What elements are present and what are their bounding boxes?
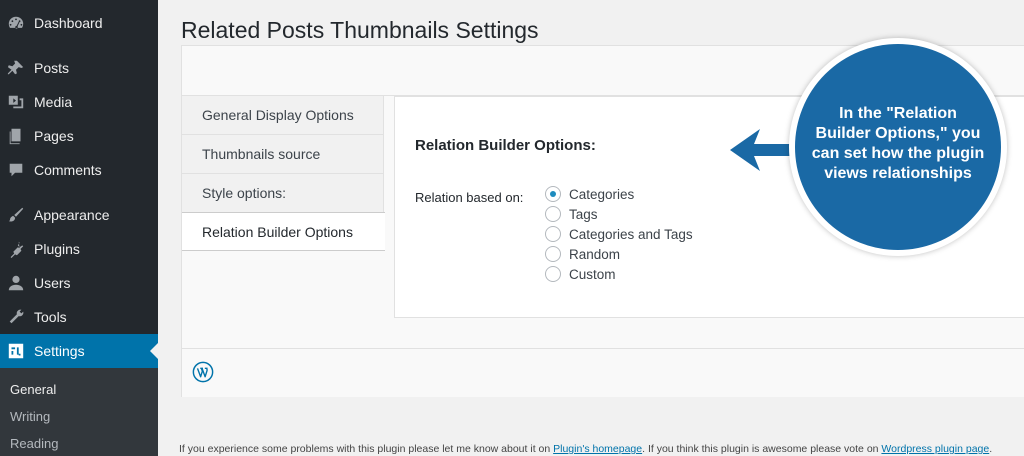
radio-button[interactable] bbox=[545, 226, 561, 242]
radio-button[interactable] bbox=[545, 266, 561, 282]
tab-label: Style options: bbox=[202, 185, 287, 201]
tab-style-options[interactable]: Style options: bbox=[182, 174, 384, 213]
sidebar-item-label: Tools bbox=[34, 309, 67, 325]
plugin-icon bbox=[7, 240, 25, 258]
sidebar-item-users[interactable]: Users bbox=[0, 266, 158, 300]
comment-icon bbox=[7, 161, 25, 179]
submenu-item-writing[interactable]: Writing bbox=[10, 409, 50, 424]
radio-button[interactable] bbox=[545, 206, 561, 222]
wordpress-plugin-page-link[interactable]: Wordpress plugin page bbox=[881, 443, 989, 455]
sidebar-item-plugins[interactable]: Plugins bbox=[0, 232, 158, 266]
footer-text-2: . If you think this plugin is awesome pl… bbox=[642, 443, 882, 455]
radio-button[interactable] bbox=[545, 246, 561, 262]
submenu-item-reading[interactable]: Reading bbox=[10, 436, 58, 451]
sidebar-item-label: Posts bbox=[34, 60, 70, 76]
sidebar-item-label: Dashboard bbox=[34, 15, 103, 31]
paintbrush-icon bbox=[7, 206, 25, 224]
submenu-item-general[interactable]: General bbox=[10, 382, 56, 397]
admin-sidebar: Dashboard Posts Media Pages Comments App… bbox=[0, 0, 158, 456]
page-title: Related Posts Thumbnails Settings bbox=[181, 17, 539, 43]
tab-label: Relation Builder Options bbox=[202, 223, 353, 240]
radio-label: Categories and Tags bbox=[569, 226, 693, 242]
settings-submenu: General Writing Reading bbox=[0, 368, 158, 456]
wordpress-logo-icon[interactable] bbox=[192, 361, 214, 383]
callout-bubble: In the "Relation Builder Options," you c… bbox=[789, 38, 1007, 256]
radio-option-custom[interactable]: Custom bbox=[545, 266, 616, 282]
tab-relation-builder-options[interactable]: Relation Builder Options bbox=[182, 212, 385, 251]
radio-option-tags[interactable]: Tags bbox=[545, 206, 598, 222]
pages-icon bbox=[7, 127, 25, 145]
radio-label: Tags bbox=[569, 206, 598, 222]
sidebar-item-comments[interactable]: Comments bbox=[0, 153, 158, 187]
radio-option-categories-and-tags[interactable]: Categories and Tags bbox=[545, 226, 693, 242]
footer-text-3: . bbox=[989, 443, 993, 455]
radio-label: Custom bbox=[569, 266, 616, 282]
pin-icon bbox=[7, 59, 25, 77]
radio-option-categories[interactable]: Categories bbox=[545, 186, 634, 202]
tab-general-display-options[interactable]: General Display Options bbox=[182, 96, 384, 135]
radio-label: Categories bbox=[569, 186, 635, 202]
sidebar-item-label: Settings bbox=[34, 343, 85, 359]
sidebar-item-appearance[interactable]: Appearance bbox=[0, 198, 158, 232]
callout-arrow-icon bbox=[730, 129, 796, 171]
section-title: Relation Builder Options: bbox=[415, 137, 596, 154]
sidebar-item-label: Users bbox=[34, 275, 71, 291]
wrench-icon bbox=[7, 308, 25, 326]
sidebar-item-label: Comments bbox=[34, 162, 102, 178]
radio-option-random[interactable]: Random bbox=[545, 246, 620, 262]
radio-button[interactable] bbox=[545, 186, 561, 202]
settings-icon bbox=[7, 342, 25, 360]
sidebar-item-label: Pages bbox=[34, 128, 74, 144]
plugin-homepage-link[interactable]: Plugin's homepage bbox=[553, 443, 642, 455]
panel-footer bbox=[182, 348, 1024, 397]
sidebar-item-dashboard[interactable]: Dashboard bbox=[0, 6, 158, 40]
footer-note: If you experience some problems with thi… bbox=[179, 443, 992, 455]
sidebar-item-label: Plugins bbox=[34, 241, 80, 257]
tab-thumbnails-source[interactable]: Thumbnails source bbox=[182, 135, 384, 174]
user-icon bbox=[7, 274, 25, 292]
sidebar-item-label: Appearance bbox=[34, 207, 110, 223]
sidebar-item-tools[interactable]: Tools bbox=[0, 300, 158, 334]
radio-label: Random bbox=[569, 246, 621, 262]
sidebar-item-settings[interactable]: Settings bbox=[0, 334, 158, 368]
callout-text: In the "Relation Builder Options," you c… bbox=[811, 105, 985, 182]
media-icon bbox=[7, 93, 25, 111]
dashboard-icon bbox=[7, 14, 25, 32]
field-label: Relation based on: bbox=[415, 190, 524, 205]
tab-label: General Display Options bbox=[202, 107, 354, 123]
sidebar-item-label: Media bbox=[34, 94, 73, 110]
footer-text-1: If you experience some problems with thi… bbox=[179, 443, 554, 455]
sidebar-item-media[interactable]: Media bbox=[0, 85, 158, 119]
sidebar-item-posts[interactable]: Posts bbox=[0, 51, 158, 85]
sidebar-item-pages[interactable]: Pages bbox=[0, 119, 158, 153]
tab-label: Thumbnails source bbox=[202, 146, 321, 162]
